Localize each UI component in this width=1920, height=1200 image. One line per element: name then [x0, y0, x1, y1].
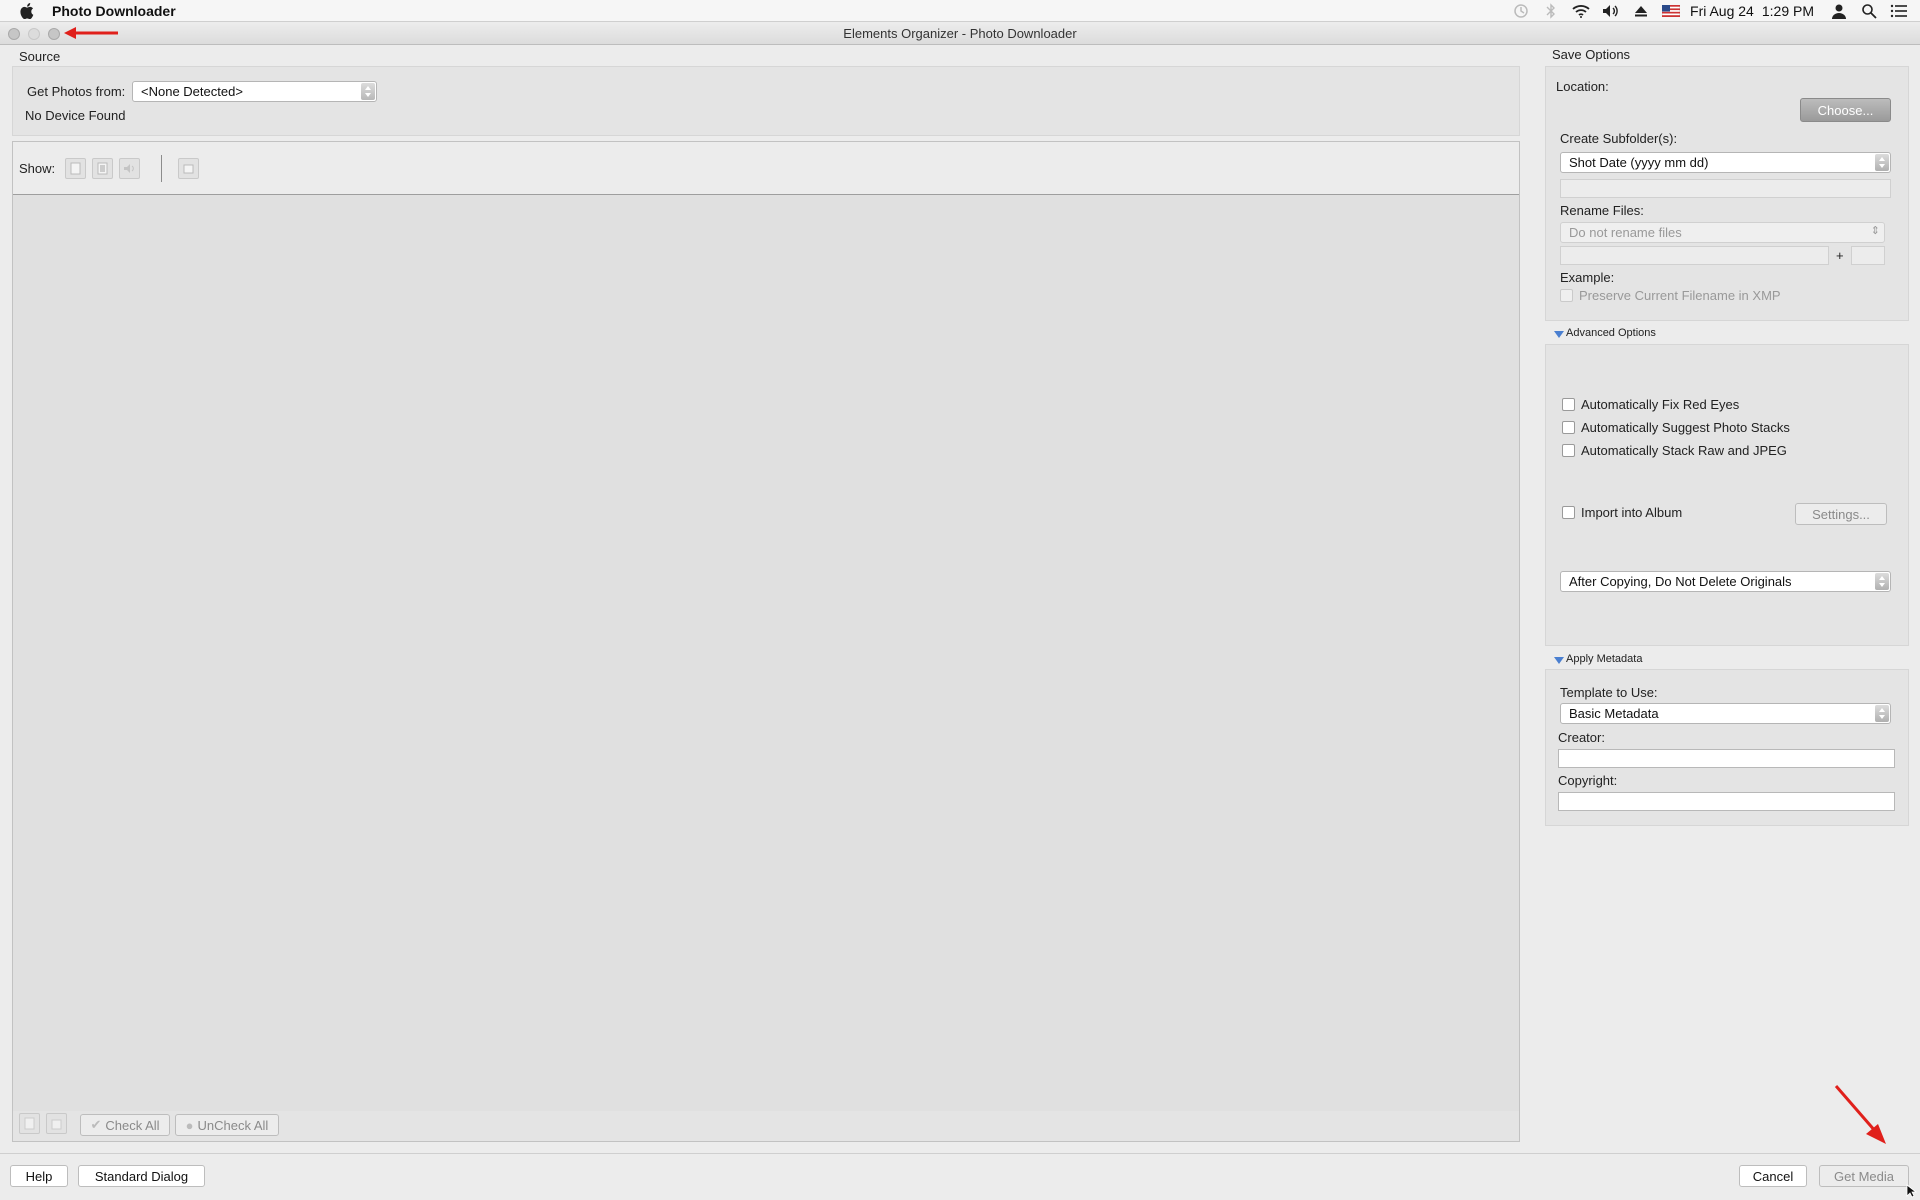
- user-icon[interactable]: [1830, 2, 1848, 20]
- example-label: Example:: [1560, 270, 1615, 285]
- menu-bar: Photo Downloader Fri Aug 24 1:29 PM: [0, 0, 1920, 22]
- flag-icon[interactable]: [1662, 2, 1681, 20]
- advanced-options-label[interactable]: Advanced Options: [1566, 327, 1656, 339]
- eject-icon[interactable]: [1632, 2, 1650, 20]
- show-videos-icon[interactable]: [92, 158, 113, 179]
- window-title: Elements Organizer - Photo Downloader: [843, 26, 1077, 41]
- media-bottom-bar: ✔ Check All ● UnCheck All: [13, 1111, 1519, 1141]
- creator-field[interactable]: [1558, 749, 1895, 768]
- volume-icon[interactable]: [1602, 2, 1620, 20]
- suggest-stacks-label: Automatically Suggest Photo Stacks: [1581, 420, 1790, 435]
- source-section-label: Source: [19, 49, 61, 64]
- rotate-left-icon[interactable]: [19, 1113, 40, 1134]
- show-audio-icon[interactable]: [119, 158, 140, 179]
- choose-button[interactable]: Choose...: [1800, 98, 1891, 122]
- time-machine-icon[interactable]: [1512, 2, 1530, 20]
- show-photos-icon[interactable]: [65, 158, 86, 179]
- wifi-icon[interactable]: [1572, 2, 1590, 20]
- annotation-arrow-down-right: [1834, 1085, 1886, 1144]
- disclosure-triangle-icon[interactable]: [1554, 657, 1564, 664]
- cursor-icon: [1906, 1184, 1918, 1198]
- create-subfolders-dropdown[interactable]: Shot Date (yyyy mm dd): [1560, 152, 1891, 173]
- template-value: Basic Metadata: [1569, 706, 1659, 721]
- get-photos-label: Get Photos from:: [27, 84, 126, 99]
- check-all-label: Check All: [105, 1117, 160, 1133]
- menubar-time[interactable]: 1:29 PM: [1762, 3, 1814, 19]
- source-panel: Get Photos from: <None Detected> No Devi…: [12, 66, 1520, 136]
- template-dropdown[interactable]: Basic Metadata: [1560, 703, 1891, 724]
- show-toolbar: Show:: [13, 142, 1519, 195]
- creator-label: Creator:: [1558, 730, 1605, 745]
- rotate-right-icon[interactable]: [46, 1113, 67, 1134]
- bluetooth-icon[interactable]: [1542, 2, 1560, 20]
- rename-number-field[interactable]: [1851, 246, 1885, 265]
- fix-red-eyes-label: Automatically Fix Red Eyes: [1581, 397, 1740, 412]
- check-all-button[interactable]: ✔ Check All: [80, 1114, 170, 1136]
- rename-files-value: Do not rename files: [1569, 225, 1682, 240]
- import-album-label: Import into Album: [1581, 505, 1683, 520]
- apply-metadata-panel: Template to Use: Basic Metadata Creator:…: [1545, 669, 1909, 826]
- disclosure-triangle-icon[interactable]: [1554, 331, 1564, 338]
- uncheck-all-label: UnCheck All: [197, 1117, 269, 1133]
- get-media-button[interactable]: Get Media: [1819, 1165, 1909, 1187]
- apple-icon[interactable]: [16, 0, 38, 22]
- media-browser-panel: Show: ✔ Check All ● UnCheck All: [12, 141, 1520, 1142]
- status-area: Fri Aug 24 1:29 PM: [1506, 0, 1920, 22]
- app-name-menu[interactable]: Photo Downloader: [52, 3, 176, 19]
- rename-prefix-field[interactable]: [1560, 246, 1829, 265]
- chevron-updown-icon: [1875, 573, 1889, 590]
- subfolder-name-field[interactable]: [1560, 179, 1891, 198]
- menubar-date[interactable]: Fri Aug 24: [1690, 3, 1754, 19]
- template-label: Template to Use:: [1560, 685, 1658, 700]
- rename-files-dropdown[interactable]: Do not rename files ⇕: [1560, 222, 1885, 243]
- preserve-filename-checkbox[interactable]: [1560, 289, 1573, 302]
- uncheck-icon: ●: [185, 1117, 194, 1133]
- create-subfolders-label: Create Subfolder(s):: [1560, 131, 1678, 146]
- preserve-filename-label: Preserve Current Filename in XMP: [1579, 288, 1781, 303]
- import-album-checkbox[interactable]: [1562, 506, 1575, 519]
- plus-sign: +: [1836, 248, 1844, 263]
- rename-files-label: Rename Files:: [1560, 203, 1644, 218]
- device-status-text: No Device Found: [25, 108, 126, 123]
- annotation-arrow-left: [64, 27, 118, 39]
- copyright-label: Copyright:: [1558, 773, 1618, 788]
- chevron-updown-icon: [1875, 705, 1889, 722]
- after-copying-value: After Copying, Do Not Delete Originals: [1569, 574, 1792, 589]
- toolbar-divider: [161, 155, 162, 182]
- get-photos-value: <None Detected>: [141, 84, 243, 99]
- chevron-updown-icon: [361, 83, 375, 100]
- suggest-stacks-checkbox[interactable]: [1562, 421, 1575, 434]
- chevron-updown-icon: [1875, 154, 1889, 171]
- show-files-icon[interactable]: [178, 158, 199, 179]
- copyright-field[interactable]: [1558, 792, 1895, 811]
- after-copying-dropdown[interactable]: After Copying, Do Not Delete Originals: [1560, 571, 1891, 592]
- standard-dialog-button[interactable]: Standard Dialog: [78, 1165, 205, 1187]
- show-label: Show:: [19, 161, 56, 176]
- apply-metadata-label[interactable]: Apply Metadata: [1566, 653, 1642, 665]
- cancel-button[interactable]: Cancel: [1739, 1165, 1807, 1187]
- stack-raw-jpeg-label: Automatically Stack Raw and JPEG: [1581, 443, 1787, 458]
- stack-raw-jpeg-checkbox[interactable]: [1562, 444, 1575, 457]
- window-title-bar: Elements Organizer - Photo Downloader: [0, 23, 1920, 45]
- dialog-footer: Help Standard Dialog Cancel Get Media: [0, 1153, 1920, 1200]
- uncheck-all-button[interactable]: ● UnCheck All: [175, 1114, 279, 1136]
- location-label: Location:: [1556, 79, 1609, 94]
- settings-button[interactable]: Settings...: [1795, 503, 1887, 525]
- help-button[interactable]: Help: [10, 1165, 68, 1187]
- fix-red-eyes-checkbox[interactable]: [1562, 398, 1575, 411]
- get-photos-dropdown[interactable]: <None Detected>: [132, 81, 377, 102]
- advanced-options-panel: Automatically Fix Red Eyes Automatically…: [1545, 344, 1909, 646]
- create-subfolders-value: Shot Date (yyyy mm dd): [1569, 155, 1709, 170]
- save-options-panel: Location: Choose... Create Subfolder(s):…: [1545, 66, 1909, 321]
- check-icon: ✔: [90, 1117, 102, 1132]
- chevron-updown-icon: ⇕: [1870, 225, 1880, 237]
- list-icon[interactable]: [1890, 2, 1908, 20]
- search-icon[interactable]: [1860, 2, 1878, 20]
- save-options-label: Save Options: [1552, 47, 1631, 62]
